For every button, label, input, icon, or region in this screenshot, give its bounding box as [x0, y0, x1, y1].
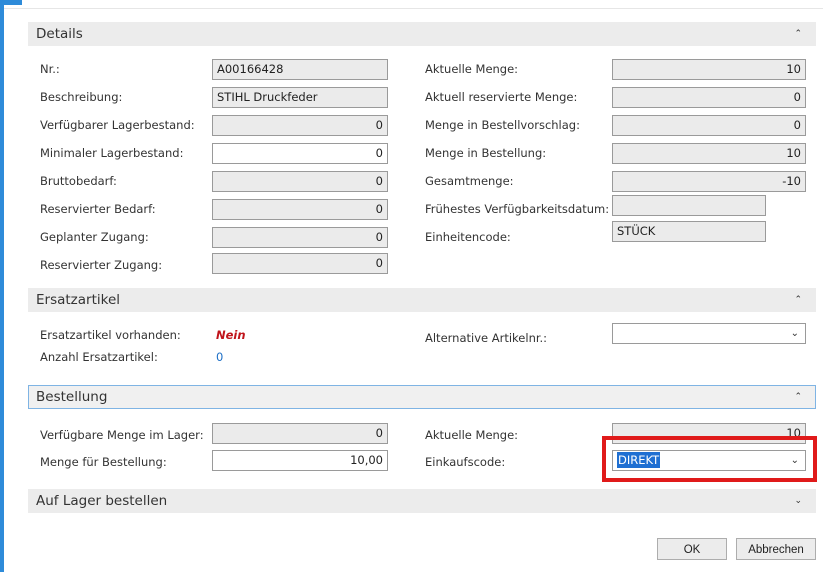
field-verfuegbare-menge-im-lager[interactable]: 0: [212, 423, 388, 444]
section-header-ersatzartikel[interactable]: Ersatzartikel ⌃: [28, 288, 816, 312]
label-einheitencode: Einheitencode:: [425, 230, 511, 244]
field-menge-in-bestellvorschlag[interactable]: 0: [612, 115, 806, 136]
section-title-ersatzartikel: Ersatzartikel: [36, 292, 121, 308]
label-reservierter-zugang: Reservierter Zugang:: [40, 258, 163, 272]
field-gesamtmenge[interactable]: -10: [612, 171, 806, 192]
select-alternative-artikelnr[interactable]: ⌄: [612, 323, 806, 344]
collapse-chevron-icon[interactable]: ⌃: [794, 386, 802, 408]
label-bruttobedarf: Bruttobedarf:: [40, 174, 117, 188]
label-menge-in-bestellvorschlag: Menge in Bestellvorschlag:: [425, 118, 580, 132]
field-geplanter-zugang[interactable]: 0: [212, 227, 388, 248]
cancel-button[interactable]: Abbrechen: [736, 538, 816, 560]
dropdown-arrow-icon: ⌄: [790, 328, 799, 339]
collapse-chevron-icon[interactable]: ⌃: [794, 288, 802, 312]
section-header-details[interactable]: Details ⌃: [28, 22, 816, 46]
label-geplanter-zugang: Geplanter Zugang:: [40, 230, 149, 244]
link-anzahl-ersatzartikel[interactable]: 0: [216, 349, 223, 365]
left-accent-bar: [0, 0, 4, 572]
top-divider: [4, 8, 823, 9]
field-menge-fuer-bestellung[interactable]: 10,00: [212, 450, 388, 471]
label-einkaufscode: Einkaufscode:: [425, 455, 506, 469]
label-verfuegbarer-lagerbestand: Verfügbarer Lagerbestand:: [40, 118, 195, 132]
field-minimaler-lagerbestand[interactable]: 0: [212, 143, 388, 164]
label-aktuelle-menge: Aktuelle Menge:: [425, 62, 519, 76]
section-title-auf-lager-bestellen: Auf Lager bestellen: [36, 493, 168, 509]
label-menge-fuer-bestellung: Menge für Bestellung:: [40, 455, 167, 469]
collapse-chevron-icon[interactable]: ⌃: [794, 22, 802, 46]
field-fruehestes-verfuegbarkeitsdatum[interactable]: [612, 195, 766, 216]
label-minimaler-lagerbestand: Minimaler Lagerbestand:: [40, 146, 184, 160]
field-einheitencode[interactable]: STÜCK: [612, 221, 766, 242]
label-aktuell-reservierte-menge: Aktuell reservierte Menge:: [425, 90, 578, 104]
label-beschreibung: Beschreibung:: [40, 90, 123, 104]
label-verfuegbare-menge-im-lager: Verfügbare Menge im Lager:: [40, 428, 204, 442]
label-gesamtmenge: Gesamtmenge:: [425, 174, 514, 188]
ok-button[interactable]: OK: [657, 538, 727, 560]
section-header-bestellung[interactable]: Bestellung ⌃: [28, 385, 816, 409]
top-accent-tab: [4, 0, 22, 5]
field-aktuell-reservierte-menge[interactable]: 0: [612, 87, 806, 108]
field-aktuelle-menge[interactable]: 10: [612, 59, 806, 80]
section-header-auf-lager-bestellen[interactable]: Auf Lager bestellen ⌄: [28, 489, 816, 513]
label-fruehestes-verfuegbarkeitsdatum: Frühestes Verfügbarkeitsdatum:: [425, 202, 610, 216]
label-aktuelle-menge-bestellung: Aktuelle Menge:: [425, 428, 519, 442]
label-nr: Nr.:: [40, 62, 60, 76]
value-ersatzartikel-vorhanden: Nein: [216, 328, 246, 342]
field-nr[interactable]: A00166428: [212, 59, 388, 80]
section-title-details: Details: [36, 26, 83, 42]
field-bruttobedarf[interactable]: 0: [212, 171, 388, 192]
field-verfuegbarer-lagerbestand[interactable]: 0: [212, 115, 388, 136]
label-menge-in-bestellung: Menge in Bestellung:: [425, 146, 547, 160]
label-alternative-artikelnr: Alternative Artikelnr.:: [425, 331, 548, 345]
highlight-frame: [602, 436, 817, 482]
field-menge-in-bestellung[interactable]: 10: [612, 143, 806, 164]
field-reservierter-zugang[interactable]: 0: [212, 253, 388, 274]
label-ersatzartikel-vorhanden: Ersatzartikel vorhanden:: [40, 328, 181, 342]
label-anzahl-ersatzartikel: Anzahl Ersatzartikel:: [40, 350, 158, 364]
label-reservierter-bedarf: Reservierter Bedarf:: [40, 202, 156, 216]
expand-chevron-icon[interactable]: ⌄: [794, 489, 802, 513]
field-reservierter-bedarf[interactable]: 0: [212, 199, 388, 220]
field-beschreibung[interactable]: STIHL Druckfeder: [212, 87, 388, 108]
section-title-bestellung: Bestellung: [36, 389, 108, 405]
